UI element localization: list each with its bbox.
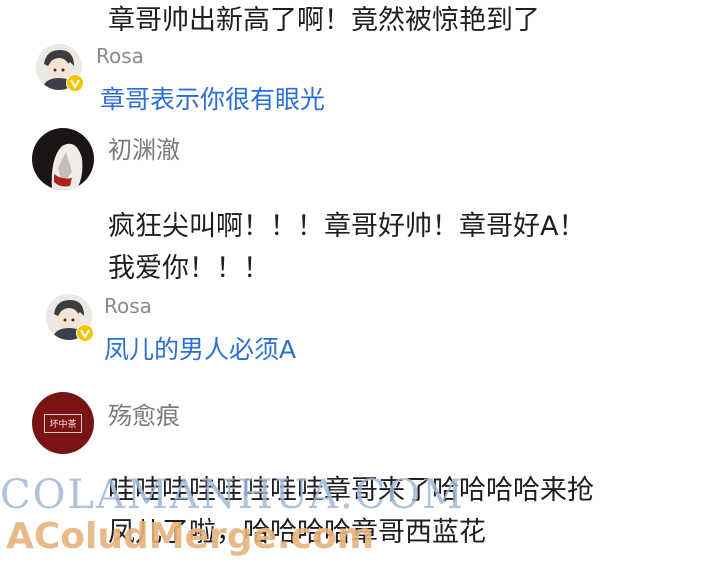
comment-author[interactable]: 殇愈痕 bbox=[108, 396, 180, 431]
reply-text: 凤儿的男人必须A bbox=[104, 335, 297, 364]
avatar-label: 坏中茶 bbox=[44, 413, 82, 433]
avatar-image bbox=[32, 128, 94, 190]
comment-text-line: 我爱你！！！ bbox=[108, 253, 270, 284]
verified-badge-icon bbox=[66, 74, 84, 92]
watermark-text: COLAMANHUA.COM bbox=[0, 472, 466, 518]
reply-text: 章哥表示你很有眼光 bbox=[100, 85, 326, 114]
comment-text: 章哥帅出新高了啊！竟然被惊艳到了 bbox=[108, 5, 540, 36]
verified-badge-icon bbox=[76, 324, 94, 342]
comment-text-line: 疯狂尖叫啊！！！章哥好帅！章哥好A！ bbox=[108, 211, 586, 242]
comment-author[interactable]: 初渊澈 bbox=[108, 130, 180, 165]
watermark-text: AColudMerge.com bbox=[6, 516, 375, 557]
user-avatar[interactable]: 坏中茶 bbox=[32, 392, 94, 454]
reply-author[interactable]: Rosa bbox=[104, 294, 152, 318]
reply-author[interactable]: Rosa bbox=[96, 44, 144, 68]
user-avatar[interactable] bbox=[32, 128, 94, 190]
